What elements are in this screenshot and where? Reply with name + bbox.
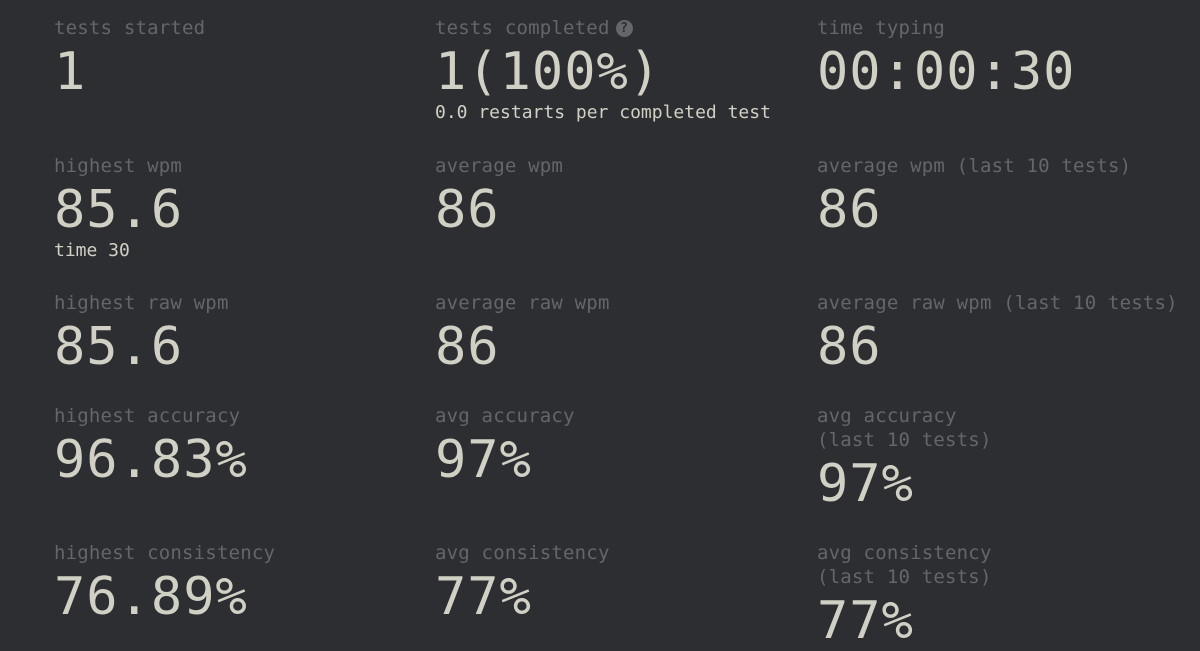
stat-label: highest consistency <box>54 542 276 564</box>
stat-avg-consistency: avg consistency 77% <box>435 541 610 627</box>
stat-average-wpm-last10: average wpm (last 10 tests) 86 <box>817 154 1131 240</box>
stat-label-secondary: (last 10 tests) <box>817 429 992 451</box>
stat-highest-wpm: highest wpm 85.6 time 30 <box>54 154 183 262</box>
stat-value: 77% <box>817 591 914 651</box>
stat-label: avg consistency <box>435 542 610 564</box>
stat-avg-accuracy: avg accuracy 97% <box>435 404 575 490</box>
stat-highest-raw-wpm: highest raw wpm 85.6 <box>54 291 229 377</box>
stat-value: 86 <box>817 317 882 377</box>
stat-value: 85.6 <box>54 180 184 240</box>
stat-highest-consistency: highest consistency 76.89% <box>54 541 275 627</box>
stat-label: average raw wpm (last 10 tests) <box>817 292 1178 314</box>
stat-label: average wpm <box>435 155 564 177</box>
stat-label: avg accuracy <box>817 405 957 427</box>
stat-label: highest wpm <box>54 155 183 177</box>
stat-value: 86 <box>817 180 882 240</box>
stat-value: 1(100%) <box>435 42 662 102</box>
stat-value: 96.83% <box>54 430 248 490</box>
stat-tests-started: tests started 1 <box>54 16 205 102</box>
stat-tests-completed: tests completed? 1(100%) 0.0 restarts pe… <box>435 16 771 124</box>
stat-label: highest accuracy <box>54 405 241 427</box>
stat-avg-consistency-last10: avg consistency (last 10 tests) 77% <box>817 541 992 651</box>
stat-label-secondary: (last 10 tests) <box>817 566 992 588</box>
stat-value: 77% <box>435 567 532 627</box>
stat-value: 86 <box>435 317 500 377</box>
stat-value: 1 <box>54 42 87 102</box>
stat-label: avg accuracy <box>435 405 575 427</box>
stat-label: avg consistency <box>817 542 992 564</box>
stat-label: highest raw wpm <box>54 292 229 314</box>
stat-average-wpm: average wpm 86 <box>435 154 563 240</box>
stat-label-text: tests completed <box>435 17 610 39</box>
highest-wpm-mode: time 30 <box>54 240 130 261</box>
stat-value: 86 <box>435 180 500 240</box>
stat-value: 97% <box>435 430 532 490</box>
stat-value: 00:00:30 <box>817 42 1076 102</box>
stat-label: tests started <box>54 17 206 39</box>
stat-average-raw-wpm-last10: average raw wpm (last 10 tests) 86 <box>817 291 1178 377</box>
stat-value: 76.89% <box>54 567 248 627</box>
stat-value: 85.6 <box>54 317 184 377</box>
stat-avg-accuracy-last10: avg accuracy (last 10 tests) 97% <box>817 404 992 514</box>
stat-average-raw-wpm: average raw wpm 86 <box>435 291 610 377</box>
stat-label: average raw wpm <box>435 292 610 314</box>
stat-time-typing: time typing 00:00:30 <box>817 16 1075 102</box>
stat-label: tests completed? <box>435 16 771 40</box>
restarts-per-test: 0.0 restarts per completed test <box>435 102 771 123</box>
stat-highest-accuracy: highest accuracy 96.83% <box>54 404 248 490</box>
stat-label: time typing <box>817 17 946 39</box>
question-circle-icon[interactable]: ? <box>615 20 633 37</box>
stat-value: 97% <box>817 454 914 514</box>
stat-label: average wpm (last 10 tests) <box>817 155 1132 177</box>
